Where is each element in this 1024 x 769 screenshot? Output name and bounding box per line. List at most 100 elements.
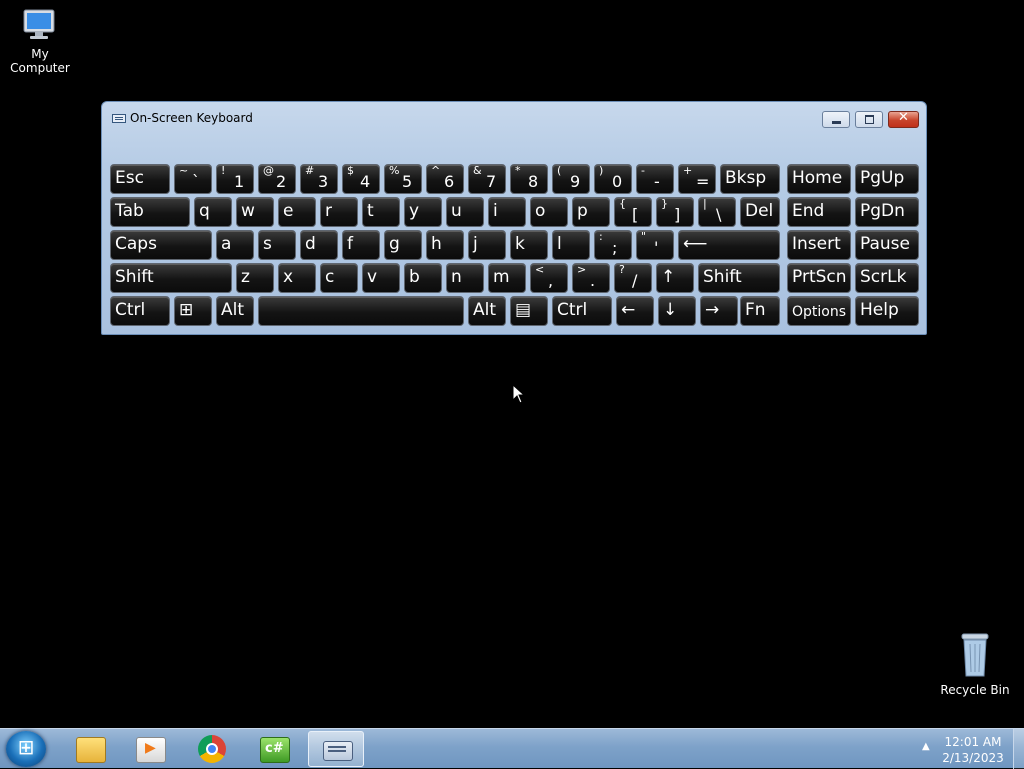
key-bksp[interactable]: Bksp xyxy=(720,164,780,194)
key-t[interactable]: t xyxy=(362,197,400,227)
key-help[interactable]: Help xyxy=(855,296,919,326)
key-period[interactable]: >. xyxy=(572,263,610,293)
key-v[interactable]: v xyxy=(362,263,400,293)
key-shift-label: $ xyxy=(347,164,354,177)
show-desktop-button[interactable] xyxy=(1013,729,1024,769)
title-bar[interactable]: On-Screen Keyboard ✕ xyxy=(102,102,926,136)
key-f[interactable]: f xyxy=(342,230,380,260)
maximize-button[interactable] xyxy=(855,111,883,128)
key-lalt[interactable]: Alt xyxy=(216,296,254,326)
key-y[interactable]: y xyxy=(404,197,442,227)
key-label: a xyxy=(221,234,232,254)
key-right[interactable]: → xyxy=(700,296,738,326)
key-left[interactable]: ← xyxy=(616,296,654,326)
key-8[interactable]: * 8 xyxy=(510,164,548,194)
key-m[interactable]: m xyxy=(488,263,526,293)
key-q[interactable]: q xyxy=(194,197,232,227)
key-home[interactable]: Home xyxy=(787,164,851,194)
key-7[interactable]: & 7 xyxy=(468,164,506,194)
key-lshift[interactable]: Shift xyxy=(110,263,232,293)
key-down[interactable]: ↓ xyxy=(658,296,696,326)
recycle-bin-desktop-icon[interactable]: Recycle Bin xyxy=(935,630,1015,697)
taskbar-explorer-button[interactable] xyxy=(62,731,118,767)
key-space[interactable] xyxy=(258,296,464,326)
key-0[interactable]: ) 0 xyxy=(594,164,632,194)
key-slash[interactable]: ? / xyxy=(614,263,652,293)
key-rshift[interactable]: Shift xyxy=(698,263,780,293)
key-1[interactable]: ! 1 xyxy=(216,164,254,194)
key-o[interactable]: o xyxy=(530,197,568,227)
key-label: . xyxy=(590,271,596,290)
key-prtscn[interactable]: PrtScn xyxy=(787,263,851,293)
key-2[interactable]: @2 xyxy=(258,164,296,194)
key-4[interactable]: $4 xyxy=(342,164,380,194)
key-label: i xyxy=(493,201,498,221)
key-quote[interactable]: " ' xyxy=(636,230,674,260)
key-3[interactable]: #3 xyxy=(300,164,338,194)
key-i[interactable]: i xyxy=(488,197,526,227)
key-end[interactable]: End xyxy=(787,197,851,227)
key-enter[interactable]: ⟵ xyxy=(678,230,780,260)
my-computer-desktop-icon[interactable]: My Computer xyxy=(0,8,80,75)
key-insert[interactable]: Insert xyxy=(787,230,851,260)
key-b[interactable]: b xyxy=(404,263,442,293)
key-pause[interactable]: Pause xyxy=(855,230,919,260)
key-minus[interactable]: -- xyxy=(636,164,674,194)
key-lbracket[interactable]: {[ xyxy=(614,197,652,227)
taskbar-csharp-button[interactable]: c# xyxy=(246,731,302,767)
taskbar-chrome-button[interactable] xyxy=(184,731,240,767)
key-fn[interactable]: Fn xyxy=(740,296,780,326)
key-d[interactable]: d xyxy=(300,230,338,260)
key-z[interactable]: z xyxy=(236,263,274,293)
key-options[interactable]: Options xyxy=(787,296,851,326)
key-5[interactable]: % 5 xyxy=(384,164,422,194)
key-rctrl[interactable]: Ctrl xyxy=(552,296,612,326)
key-h[interactable]: h xyxy=(426,230,464,260)
key-u[interactable]: u xyxy=(446,197,484,227)
start-button[interactable] xyxy=(6,731,46,767)
key-w[interactable]: w xyxy=(236,197,274,227)
key-p[interactable]: p xyxy=(572,197,610,227)
key-pgup[interactable]: PgUp xyxy=(855,164,919,194)
key-comma[interactable]: <, xyxy=(530,263,568,293)
minimize-button[interactable] xyxy=(822,111,850,128)
key-9[interactable]: (9 xyxy=(552,164,590,194)
key-up[interactable]: ↑ xyxy=(656,263,694,293)
key-ralt[interactable]: Alt xyxy=(468,296,506,326)
key-semicolon[interactable]: :; xyxy=(594,230,632,260)
computer-icon xyxy=(23,9,55,39)
key-label: ⟵ xyxy=(683,234,708,254)
key-e[interactable]: e xyxy=(278,197,316,227)
key-caps[interactable]: Caps xyxy=(110,230,212,260)
key-n[interactable]: n xyxy=(446,263,484,293)
chrome-icon xyxy=(198,735,226,763)
key-rbracket[interactable]: }] xyxy=(656,197,694,227)
key-lctrl[interactable]: Ctrl xyxy=(110,296,170,326)
key-tilde[interactable]: ~ ` xyxy=(174,164,212,194)
key-esc[interactable]: Esc xyxy=(110,164,170,194)
key-win[interactable]: ⊞ xyxy=(174,296,212,326)
key-g[interactable]: g xyxy=(384,230,422,260)
key-a[interactable]: a xyxy=(216,230,254,260)
key-menu[interactable]: ▤ xyxy=(510,296,548,326)
key-backslash[interactable]: | \ xyxy=(698,197,736,227)
show-hidden-icons-icon[interactable]: ▲ xyxy=(922,741,930,752)
clock[interactable]: 12:01 AM 2/13/2023 xyxy=(938,734,1008,766)
close-button[interactable]: ✕ xyxy=(888,110,919,128)
taskbar-on-screen-keyboard-button[interactable] xyxy=(308,731,364,767)
key-s[interactable]: s xyxy=(258,230,296,260)
taskbar-media-player-button[interactable] xyxy=(122,731,178,767)
key-tab[interactable]: Tab xyxy=(110,197,190,227)
key-j[interactable]: j xyxy=(468,230,506,260)
key-x[interactable]: x xyxy=(278,263,316,293)
key-del[interactable]: Del xyxy=(740,197,780,227)
key-scrlk[interactable]: ScrLk xyxy=(855,263,919,293)
key-c[interactable]: c xyxy=(320,263,358,293)
key-pgdn[interactable]: PgDn xyxy=(855,197,919,227)
key-l[interactable]: l xyxy=(552,230,590,260)
key-r[interactable]: r xyxy=(320,197,358,227)
key-k[interactable]: k xyxy=(510,230,548,260)
key-label: 5 xyxy=(402,172,413,191)
key-equals[interactable]: + = xyxy=(678,164,716,194)
key-6[interactable]: ^ 6 xyxy=(426,164,464,194)
